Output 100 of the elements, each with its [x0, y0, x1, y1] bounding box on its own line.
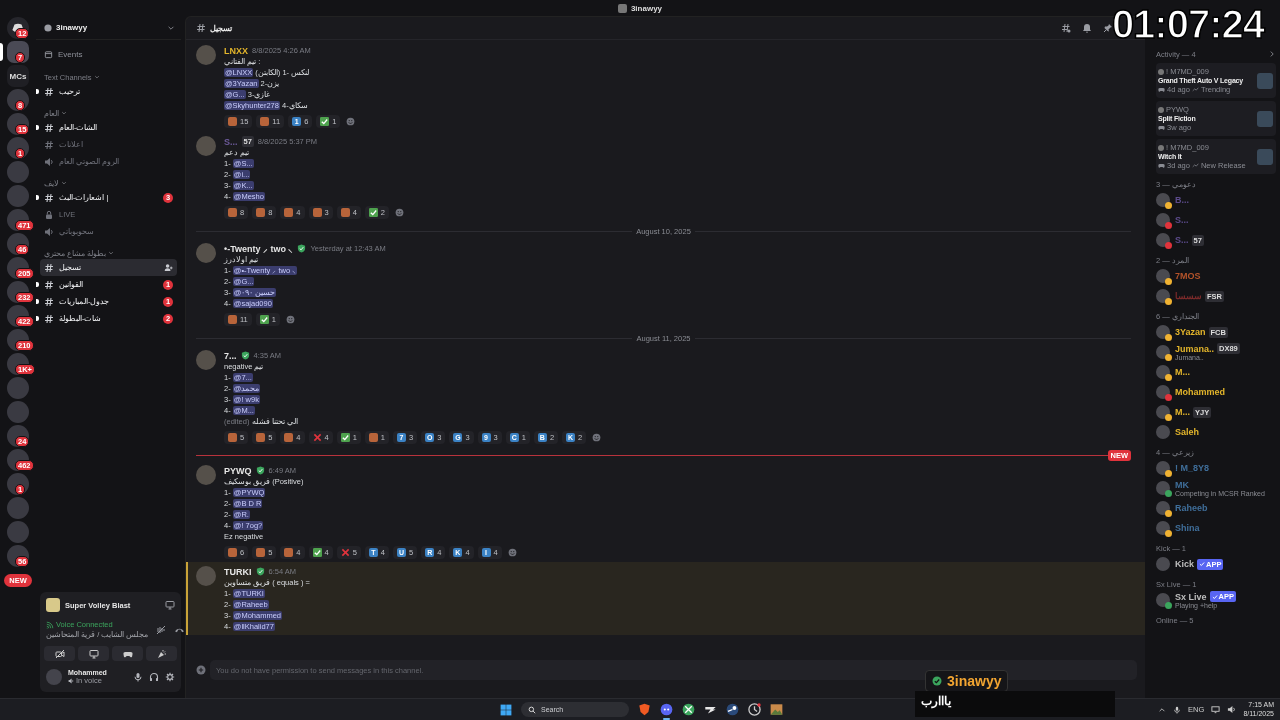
username[interactable]: •-Twenty ⸝ two ⸜	[224, 242, 294, 255]
events-item[interactable]: Events	[36, 44, 181, 64]
emoji-icon	[284, 433, 294, 442]
clock-icon[interactable]	[748, 703, 761, 716]
hash-icon	[44, 279, 54, 290]
user-avatar	[1156, 193, 1170, 207]
member-item[interactable]: 7MOS	[1156, 266, 1276, 286]
knob-icon[interactable]	[726, 703, 739, 716]
pin-icon[interactable]	[1103, 23, 1113, 33]
member-item[interactable]: Raheeb	[1156, 498, 1276, 518]
headphones-icon[interactable]	[149, 672, 159, 682]
emoji-icon	[340, 208, 350, 217]
member-name: Saleh	[1175, 427, 1199, 437]
noise-suppression-icon[interactable]	[156, 624, 167, 635]
monitor-icon[interactable]	[1211, 705, 1221, 714]
bell-icon[interactable]	[1082, 23, 1092, 33]
microphone-icon[interactable]	[1173, 705, 1182, 714]
screen-share-button[interactable]	[78, 646, 109, 661]
screen-icon[interactable]	[165, 600, 175, 610]
chevron-icon[interactable]	[1268, 50, 1276, 58]
chevron-icon	[61, 180, 67, 186]
member-name: S...	[1175, 235, 1189, 245]
start-button[interactable]	[500, 703, 512, 716]
user-avatar	[1156, 233, 1170, 247]
member-name: M...	[1175, 407, 1190, 417]
emoji-icon	[256, 208, 266, 217]
username[interactable]: TURKI	[224, 566, 252, 577]
camera-off-button[interactable]	[44, 646, 75, 661]
user-avatar	[1156, 481, 1170, 495]
shield-icon[interactable]	[638, 703, 651, 716]
window-title: 3inawyy	[630, 3, 663, 13]
member-name: سسسا	[1175, 291, 1202, 301]
hash-icon	[196, 23, 206, 33]
emoji-icon	[228, 433, 237, 442]
member-name: ! M_8Y8	[1175, 463, 1209, 473]
soundboard-button[interactable]	[146, 646, 177, 661]
username[interactable]: 7...	[224, 350, 237, 361]
member-name: Raheeb	[1175, 503, 1208, 513]
activity-button[interactable]	[112, 646, 143, 661]
emoji-icon	[256, 548, 266, 557]
username[interactable]: LNXX	[224, 45, 248, 56]
member-item[interactable]: M...	[1156, 362, 1276, 382]
soundboard-icon	[156, 648, 167, 659]
settings-icon[interactable]	[165, 672, 175, 682]
microphone-icon[interactable]	[133, 672, 143, 682]
threads-icon[interactable]	[1061, 23, 1071, 33]
unread-indicator	[36, 89, 39, 94]
user-avatar	[1156, 365, 1170, 379]
member-name: Kick	[1175, 559, 1194, 569]
server-button[interactable]: MCs	[7, 65, 29, 87]
member-item[interactable]: Saleh	[1156, 422, 1276, 442]
picture-icon[interactable]	[770, 703, 783, 716]
user-avatar	[46, 669, 62, 685]
emoji-icon	[368, 433, 378, 442]
emoji-icon	[256, 433, 266, 442]
emoji-icon	[228, 208, 237, 217]
camera-off-icon	[54, 648, 65, 659]
game-art-placeholder	[1257, 148, 1273, 165]
gamepad-icon	[1158, 86, 1165, 93]
user-avatar	[1156, 325, 1170, 339]
game-art-placeholder	[1257, 72, 1273, 89]
emoji-icon	[228, 315, 237, 324]
user-avatar	[1156, 425, 1170, 439]
username[interactable]: PYWQ	[224, 465, 252, 476]
server-header[interactable]: 3inawyy	[36, 16, 181, 40]
user-avatar	[1156, 345, 1170, 359]
speaker-icon	[44, 226, 54, 237]
unread-indicator	[36, 125, 39, 130]
user-avatar	[1156, 461, 1170, 475]
member-name: S...	[1175, 215, 1189, 225]
smiley-icon	[285, 315, 295, 324]
trending-icon	[1191, 86, 1199, 93]
chevron-icon	[93, 74, 100, 80]
user-avatar	[1156, 501, 1170, 515]
add-member-icon[interactable]	[164, 263, 173, 272]
emoji-icon	[312, 208, 322, 217]
chat-app-icon[interactable]	[660, 703, 673, 716]
member-item[interactable]: Mohammed	[1156, 382, 1276, 402]
chevron-icon	[108, 250, 115, 256]
smiley-icon	[592, 433, 602, 442]
user-avatar	[1156, 289, 1170, 303]
check-icon	[340, 433, 350, 442]
member-name: B...	[1175, 195, 1189, 205]
add-icon[interactable]	[196, 665, 206, 675]
member-item[interactable]: ! M_8Y8	[1156, 458, 1276, 478]
member-item[interactable]: Shina	[1156, 518, 1276, 538]
lock-icon	[44, 209, 54, 220]
user-avatar	[1158, 106, 1164, 113]
emoji-icon	[228, 548, 237, 557]
screen-icon	[88, 648, 99, 659]
unread-indicator	[36, 282, 39, 287]
chevron-icon[interactable]	[1158, 705, 1167, 714]
emoji-icon	[284, 208, 294, 217]
speaker-icon	[44, 156, 54, 167]
game-icon	[46, 598, 60, 612]
sphere-icon[interactable]	[682, 703, 695, 716]
speaker-icon[interactable]	[1227, 705, 1237, 714]
member-name: 7MOS	[1175, 271, 1201, 281]
server-icon[interactable]	[7, 89, 29, 111]
hash-icon	[44, 296, 54, 307]
